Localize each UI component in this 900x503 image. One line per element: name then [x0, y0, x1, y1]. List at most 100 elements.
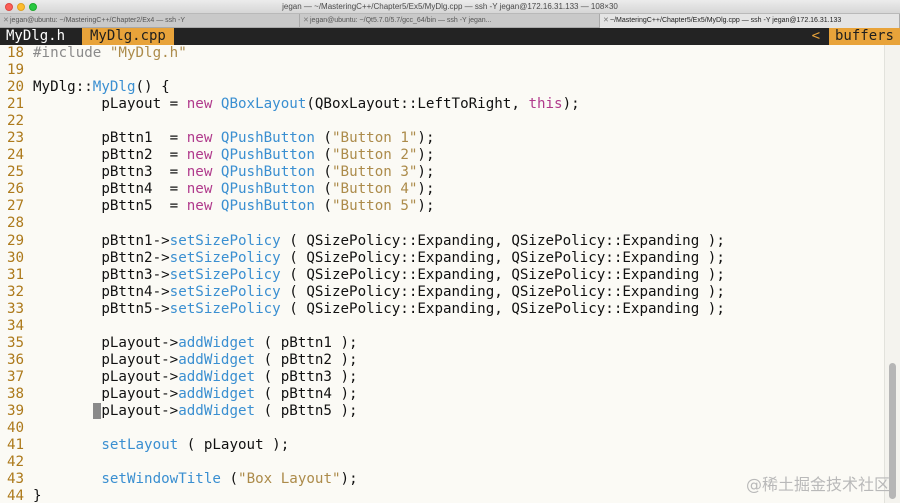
code-token: setSizePolicy — [169, 249, 281, 266]
terminal-tab-3[interactable]: ✕ ~/MasteringC++/Chapter5/Ex5/MyDlg.cpp … — [600, 14, 900, 28]
code-token: MyDlg — [92, 79, 136, 96]
line-number: 18 — [7, 45, 25, 61]
code-token: ( pBttn3 ); — [255, 368, 358, 385]
code-line[interactable]: 23 pBttn1 = new QPushButton ("Button 1")… — [0, 130, 884, 147]
scrollbar-thumb[interactable] — [889, 363, 896, 499]
tab-label: jegan@ubuntu: ~/MasteringC++/Chapter2/Ex… — [10, 17, 186, 24]
code-editor[interactable]: 18 #include "MyDlg.h" 19 20 MyDlg::MyDlg() {… — [0, 45, 884, 503]
code-token: ); — [417, 147, 435, 164]
line-number: 40 — [7, 420, 25, 437]
code-line[interactable]: 40 — [0, 420, 884, 437]
code-line[interactable]: 42 — [0, 454, 884, 471]
code-line[interactable]: 22 — [0, 113, 884, 130]
code-line[interactable]: 37 pLayout->addWidget ( pBttn3 ); — [0, 369, 884, 386]
line-number: 23 — [7, 130, 25, 147]
code-line[interactable]: 19 — [0, 62, 884, 79]
code-token: new — [186, 147, 213, 164]
code-token: "Box Layout" — [238, 471, 341, 488]
code-line[interactable]: 25 pBttn3 = new QPushButton ("Button 3")… — [0, 164, 884, 181]
minimize-window-button[interactable] — [17, 3, 25, 11]
code-token: ( — [314, 198, 332, 215]
code-token: pLayout-> — [33, 351, 179, 368]
line-number: 43 — [7, 471, 25, 488]
code-token: pLayout-> — [33, 334, 179, 351]
code-token: () { — [135, 79, 170, 96]
code-text: pLayout->addWidget ( pBttn4 ); — [33, 386, 884, 403]
line-number: 37 — [7, 368, 25, 385]
code-line[interactable]: 29 pBttn1->setSizePolicy ( QSizePolicy::… — [0, 233, 884, 250]
buffer-tab-mydlg-h[interactable]: MyDlg.h — [0, 28, 72, 45]
editor-scrollbar[interactable] — [884, 45, 900, 503]
code-text: MyDlg::MyDlg() { — [33, 79, 884, 96]
close-tab-icon[interactable]: ✕ — [603, 14, 609, 28]
close-tab-icon[interactable]: ✕ — [3, 14, 9, 28]
code-line[interactable]: 28 — [0, 215, 884, 232]
code-line[interactable]: 18 #include "MyDlg.h" — [0, 45, 884, 62]
close-tab-icon[interactable]: ✕ — [303, 14, 309, 28]
code-line[interactable]: 32 pBttn4->setSizePolicy ( QSizePolicy::… — [0, 284, 884, 301]
line-number: 26 — [7, 181, 25, 198]
code-line[interactable]: 20 MyDlg::MyDlg() { — [0, 79, 884, 96]
code-line[interactable]: 27 pBttn5 = new QPushButton ("Button 5")… — [0, 198, 884, 215]
code-text: pLayout->addWidget ( pBttn5 ); — [33, 402, 884, 420]
line-number: 29 — [7, 232, 25, 249]
code-token: "Button 5" — [331, 198, 418, 215]
code-line[interactable]: 34 — [0, 318, 884, 335]
code-line[interactable]: 31 pBttn3->setSizePolicy ( QSizePolicy::… — [0, 267, 884, 284]
line-number: 44 — [7, 488, 25, 503]
code-token: "Button 2" — [331, 147, 418, 164]
close-window-button[interactable] — [5, 3, 13, 11]
code-line[interactable]: 33 pBttn5->setSizePolicy ( QSizePolicy::… — [0, 301, 884, 318]
code-token: addWidget — [178, 351, 256, 368]
code-token: ( — [314, 181, 332, 198]
terminal-tab-2[interactable]: ✕ jegan@ubuntu: ~/Qt5.7.0/5.7/gcc_64/bin… — [300, 14, 600, 28]
line-number: 22 — [7, 113, 25, 130]
code-token: new — [186, 164, 213, 181]
code-line[interactable]: 35 pLayout->addWidget ( pBttn1 ); — [0, 335, 884, 352]
code-token: "MyDlg.h" — [109, 45, 187, 61]
code-token: ( QSizePolicy::Expanding, QSizePolicy::E… — [280, 266, 725, 283]
line-number: 32 — [7, 283, 25, 300]
code-token: QPushButton — [220, 198, 315, 215]
line-number: 33 — [7, 300, 25, 317]
code-text: pLayout->addWidget ( pBttn2 ); — [33, 352, 884, 369]
code-text: #include "MyDlg.h" — [33, 45, 884, 62]
code-line[interactable]: 41 setLayout ( pLayout ); — [0, 437, 884, 454]
code-token: ( — [314, 164, 332, 181]
code-token: new — [186, 130, 213, 147]
code-line[interactable]: 38 pLayout->addWidget ( pBttn4 ); — [0, 386, 884, 403]
code-token: "Button 3" — [331, 164, 418, 181]
code-token: pBttn5 = — [33, 198, 187, 215]
buffer-tab-mydlg-cpp[interactable]: MyDlg.cpp — [82, 28, 174, 45]
code-line[interactable]: 26 pBttn4 = new QPushButton ("Button 4")… — [0, 181, 884, 198]
code-line[interactable]: 24 pBttn2 = new QPushButton ("Button 2")… — [0, 147, 884, 164]
code-text: pBttn3 = new QPushButton ("Button 3"); — [33, 164, 884, 181]
zoom-window-button[interactable] — [29, 3, 37, 11]
line-number: 27 — [7, 198, 25, 215]
terminal-tab-1[interactable]: ✕ jegan@ubuntu: ~/MasteringC++/Chapter2/… — [0, 14, 300, 28]
code-token: this — [528, 96, 563, 113]
code-token: new — [186, 181, 213, 198]
code-token: ); — [417, 164, 435, 181]
watermark: @稀土掘金技术社区 — [745, 475, 890, 494]
code-token: setSizePolicy — [169, 232, 281, 249]
code-token: QPushButton — [220, 164, 315, 181]
code-token: ( QSizePolicy::Expanding, QSizePolicy::E… — [280, 249, 725, 266]
code-line[interactable]: 21 pLayout = new QBoxLayout(QBoxLayout::… — [0, 96, 884, 113]
tab-label: jegan@ubuntu: ~/Qt5.7.0/5.7/gcc_64/bin —… — [310, 17, 492, 24]
vim-buffer-line: MyDlg.h MyDlg.cpp < buffers — [0, 28, 900, 45]
code-line[interactable]: 36 pLayout->addWidget ( pBttn2 ); — [0, 352, 884, 369]
line-number: 39 — [7, 402, 25, 419]
code-line[interactable]: 30 pBttn2->setSizePolicy ( QSizePolicy::… — [0, 250, 884, 267]
code-token: ); — [340, 471, 358, 488]
code-token: pLayout = — [33, 96, 187, 113]
code-token: pBttn3-> — [33, 266, 170, 283]
code-text: pLayout->addWidget ( pBttn3 ); — [33, 369, 884, 386]
code-token: setSizePolicy — [169, 266, 281, 283]
line-number: 42 — [7, 454, 25, 471]
code-line[interactable]: 39 pLayout->addWidget ( pBttn5 ); — [0, 402, 884, 420]
